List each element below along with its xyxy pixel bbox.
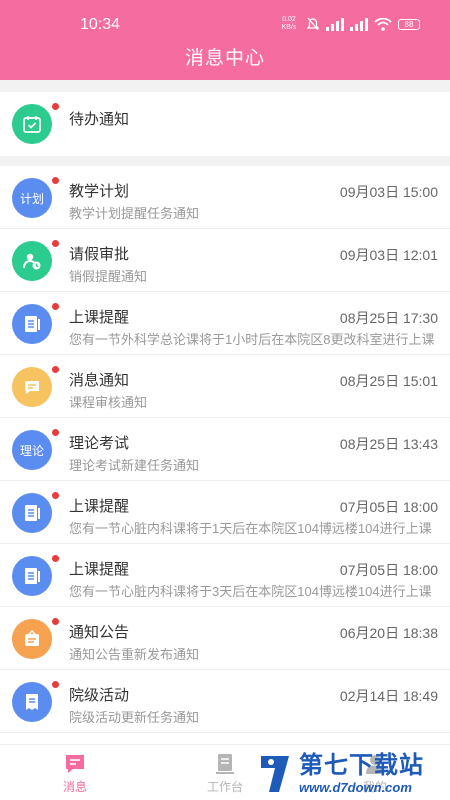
- unread-dot: [52, 303, 59, 310]
- message-list: 计划 教学计划 09月03日 15:00 教学计划提醒任务通知 请假审批 09月03日 1…: [0, 166, 450, 744]
- message-item[interactable]: 理论 理论考试 08月25日 13:43 理论考试新建任务通知: [0, 418, 450, 481]
- mute-icon: [306, 17, 320, 31]
- message-item[interactable]: 上课提醒 08月25日 17:30 您有一节外科学总论课将于1小时后在本院区8更改科…: [0, 292, 450, 355]
- watermark-url: www.d7down.com: [299, 780, 412, 795]
- message-avatar: [12, 682, 52, 722]
- page-title: 消息中心: [184, 48, 265, 69]
- message-time: 02月14日 18:49: [339, 688, 438, 704]
- todo-avatar: [12, 104, 52, 144]
- message-time: 07月05日 18:00: [339, 562, 438, 578]
- activity-icon: [22, 692, 42, 712]
- chat-icon: [22, 377, 42, 397]
- unread-dot: [52, 618, 59, 625]
- message-title: 上课提醒: [69, 561, 130, 578]
- todo-title: 待办通知: [69, 111, 130, 128]
- message-time: 08月25日 17:30: [339, 310, 438, 326]
- message-time: 09月03日 15:00: [339, 184, 438, 200]
- signal-icon-2: [350, 17, 368, 31]
- unread-dot: [52, 681, 59, 688]
- message-avatar: [12, 493, 52, 533]
- tab-message[interactable]: 消息: [0, 745, 150, 800]
- bulletin-icon: [22, 629, 42, 649]
- class-doc-icon: [22, 566, 42, 586]
- message-title: 理论考试: [69, 435, 130, 452]
- todo-section: 待办通知: [0, 92, 450, 156]
- message-item[interactable]: 院级活动 02月14日 18:49 院级活动更新任务通知: [0, 670, 450, 733]
- todo-item[interactable]: 待办通知: [0, 92, 450, 156]
- status-icons: 0.02 KB/s 88: [278, 16, 420, 32]
- message-avatar: 理论: [12, 430, 52, 470]
- message-title: 教学计划: [69, 183, 130, 200]
- unread-dot: [52, 177, 59, 184]
- message-avatar: [12, 304, 52, 344]
- net-speed: 0.02 KB/s: [281, 16, 297, 31]
- unread-dot: [52, 429, 59, 436]
- message-item[interactable]: 上课提醒 07月05日 18:00 您有一节心脏内科课将于3天后在本院区104博远楼…: [0, 544, 450, 607]
- class-doc-icon: [22, 503, 42, 523]
- message-item[interactable]: 请假审批 09月03日 12:01 销假提醒通知: [0, 229, 450, 292]
- unread-dot: [52, 103, 59, 110]
- message-time: 08月25日 15:01: [339, 373, 438, 389]
- watermark: 第七下载站 www.d7down.com: [257, 748, 447, 800]
- watermark-name: 第七下载站: [299, 752, 424, 779]
- message-title: 消息通知: [69, 372, 130, 389]
- workbench-icon: [213, 753, 237, 775]
- message-avatar: [12, 619, 52, 659]
- status-bar: 10:34 0.02 KB/s 88: [0, 0, 450, 36]
- class-doc-icon: [22, 314, 42, 334]
- avatar-text: 理论: [19, 443, 44, 458]
- message-item[interactable]: 上课提醒 07月05日 18:00 您有一节心脏内科课将于1天后在本院区104博远楼…: [0, 481, 450, 544]
- watermark-logo-icon: [261, 756, 289, 792]
- message-subtitle: 销假提醒通知: [69, 269, 148, 284]
- signal-icon: [326, 17, 344, 31]
- unread-dot: [52, 492, 59, 499]
- avatar-text: 计划: [19, 191, 44, 206]
- message-item[interactable]: 消息通知 08月25日 15:01 课程审核通知: [0, 355, 450, 418]
- unread-dot: [52, 366, 59, 373]
- message-title: 上课提醒: [69, 309, 130, 326]
- message-subtitle: 院级活动更新任务通知: [69, 710, 200, 725]
- message-subtitle: 您有一节心脏内科课将于1天后在本院区104博远楼104进行上课: [69, 521, 432, 536]
- message-subtitle: 课程审核通知: [69, 395, 148, 410]
- app-header: 10:34 0.02 KB/s 88 消息中心: [0, 0, 450, 80]
- message-time: 08月25日 13:43: [339, 436, 438, 452]
- message-subtitle: 理论考试新建任务通知: [69, 458, 200, 473]
- message-subtitle: 通知公告重新发布通知: [69, 647, 200, 662]
- leave-icon: [22, 251, 42, 271]
- message-title: 院级活动: [69, 687, 130, 704]
- message-item[interactable]: 计划 教学计划 09月03日 15:00 教学计划提醒任务通知: [0, 166, 450, 229]
- status-time: 10:34: [80, 16, 121, 33]
- message-time: 09月03日 12:01: [339, 247, 438, 263]
- message-time: 06月20日 18:38: [339, 625, 438, 641]
- wifi-icon: [374, 17, 392, 31]
- message-title: 通知公告: [69, 624, 130, 641]
- tab-label: 消息: [62, 780, 87, 794]
- calendar-check-icon: [23, 116, 41, 133]
- message-time: 07月05日 18:00: [339, 499, 438, 515]
- unread-dot: [52, 240, 59, 247]
- message-avatar: [12, 241, 52, 281]
- message-item[interactable]: 通知公告 06月20日 18:38 通知公告重新发布通知: [0, 607, 450, 670]
- battery-icon: 88: [398, 18, 420, 30]
- message-avatar: [12, 556, 52, 596]
- message-subtitle: 您有一节心脏内科课将于3天后在本院区104博远楼104进行上课: [69, 584, 432, 599]
- message-icon: [63, 753, 87, 775]
- message-title: 请假审批: [69, 246, 130, 263]
- message-subtitle: 您有一节外科学总论课将于1小时后在本院区8更改科室进行上课: [69, 332, 435, 347]
- message-avatar: 计划: [12, 178, 52, 218]
- unread-dot: [52, 555, 59, 562]
- message-avatar: [12, 367, 52, 407]
- message-subtitle: 教学计划提醒任务通知: [69, 206, 200, 221]
- message-title: 上课提醒: [69, 498, 130, 515]
